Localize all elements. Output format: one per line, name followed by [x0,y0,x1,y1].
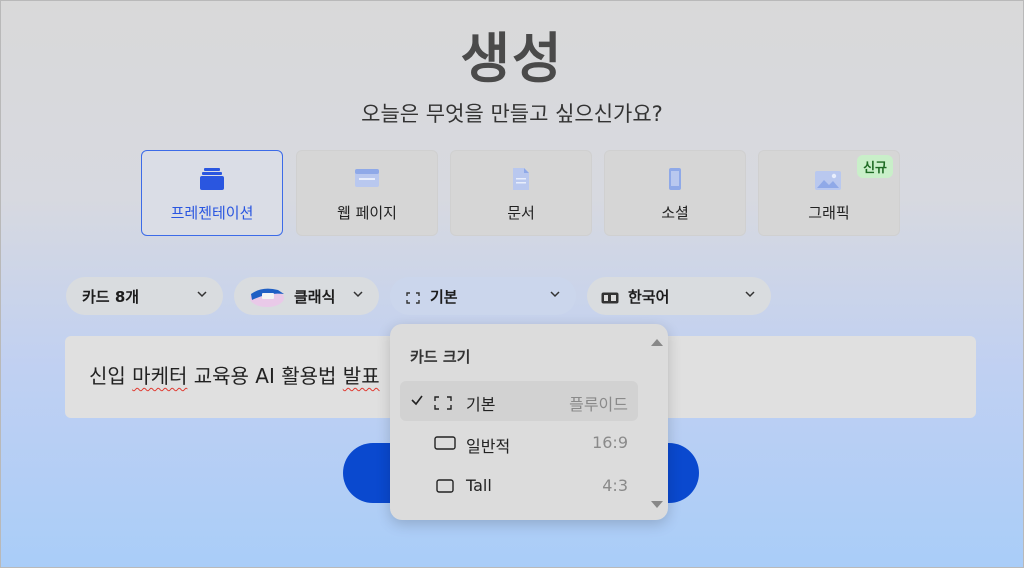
social-phone-icon [666,167,684,195]
type-card-document[interactable]: 문서 [450,150,592,236]
webpage-icon [354,167,380,193]
card-size-select[interactable]: 기본 [390,277,576,315]
type-label: 웹 페이지 [337,204,397,222]
prompt-text-part: 신입 [89,364,133,388]
type-label: 프레젠테이션 [170,204,254,222]
fluid-frame-icon [434,395,452,414]
page-subtitle: 오늘은 무엇을 만들고 싶으신가요? [361,102,663,126]
widescreen-frame-icon [434,435,456,455]
language-icon [601,290,619,308]
type-card-graphic[interactable]: 신규 그래픽 [758,150,900,236]
card-count-select[interactable]: 카드 8개 [66,277,223,315]
new-badge: 신규 [857,155,893,178]
prompt-text-part: 교육용 AI 활용법 [187,364,343,388]
page-title: 생성 [460,27,564,90]
theme-thumbnail-icon [248,284,286,312]
chevron-down-icon [351,287,365,305]
prompt-text-part-misspelled: 발표 [342,364,380,388]
graphic-image-icon [814,167,844,195]
type-card-social[interactable]: 소셜 [604,150,746,236]
type-card-presentation[interactable]: 프레젠테이션 [141,150,283,236]
card-count-value: 카드 8개 [82,288,140,306]
dropdown-item-default[interactable]: 기본 플루이드 [400,381,638,421]
presentation-icon [199,167,225,195]
dropdown-item-standard[interactable]: 일반적 16:9 [400,423,638,463]
dropdown-item-label: 일반적 [466,437,511,456]
card-size-dropdown: 카드 크기 기본 플루이드 일반적 16:9 Tall 4:3 [390,324,668,520]
language-value: 한국어 [628,288,670,306]
type-label: 그래픽 [808,204,850,222]
dropdown-item-label: 기본 [466,395,496,414]
check-icon [410,392,424,411]
theme-select[interactable]: 클래식 [234,277,379,315]
chevron-down-icon [195,287,209,305]
type-label: 문서 [507,204,535,222]
tall-frame-icon [436,478,454,498]
dropdown-item-tall[interactable]: Tall 4:3 [400,466,638,506]
language-select[interactable]: 한국어 [587,277,771,315]
chevron-down-icon [743,287,757,305]
scroll-up-arrow-icon[interactable] [650,332,664,351]
scroll-down-arrow-icon[interactable] [650,495,664,514]
type-card-webpage[interactable]: 웹 페이지 [296,150,438,236]
chevron-down-icon [548,287,562,305]
document-icon [511,167,531,195]
dropdown-item-label: Tall [466,476,492,495]
dropdown-item-ratio: 플루이드 [569,395,628,414]
prompt-text-part-misspelled: 마케터 [132,364,188,388]
fluid-frame-icon [406,290,420,308]
type-label: 소셜 [661,204,689,222]
dropdown-item-ratio: 16:9 [592,433,628,452]
prompt-text: 신입 마케터 교육용 AI 활용법 발표 [89,360,380,389]
card-size-value: 기본 [430,288,458,306]
dropdown-header: 카드 크기 [410,348,471,366]
theme-value: 클래식 [294,288,336,306]
dropdown-item-ratio: 4:3 [602,476,628,495]
